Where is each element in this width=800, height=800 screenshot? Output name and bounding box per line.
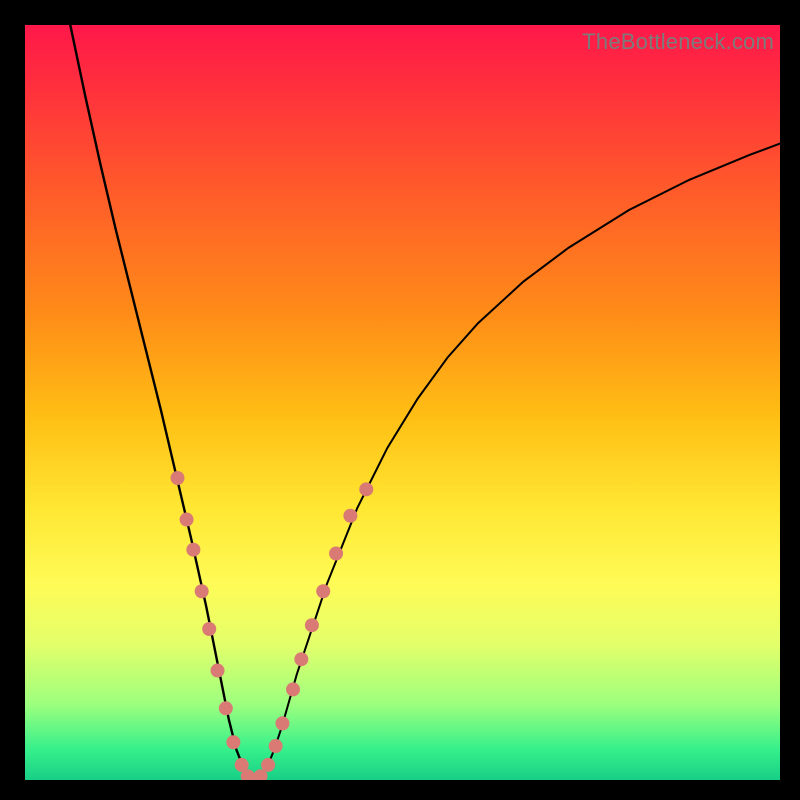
marker-point xyxy=(186,543,200,557)
right-curve xyxy=(252,144,781,780)
marker-point xyxy=(269,739,283,753)
marker-point xyxy=(343,509,357,523)
marker-point xyxy=(261,758,275,772)
marker-point xyxy=(180,513,194,527)
left-curve xyxy=(70,25,251,780)
marker-point xyxy=(329,547,343,561)
marker-point xyxy=(211,664,225,678)
plot-area: TheBottleneck.com xyxy=(25,25,780,780)
marker-point xyxy=(305,618,319,632)
marker-point xyxy=(286,682,300,696)
marker-point xyxy=(226,735,240,749)
marker-point xyxy=(359,482,373,496)
chart-svg xyxy=(25,25,780,780)
highlight-markers xyxy=(171,471,374,780)
marker-point xyxy=(275,716,289,730)
marker-point xyxy=(294,652,308,666)
marker-point xyxy=(171,471,185,485)
marker-point xyxy=(219,701,233,715)
marker-point xyxy=(316,584,330,598)
chart-frame: TheBottleneck.com xyxy=(0,0,800,800)
marker-point xyxy=(202,622,216,636)
marker-point xyxy=(195,584,209,598)
